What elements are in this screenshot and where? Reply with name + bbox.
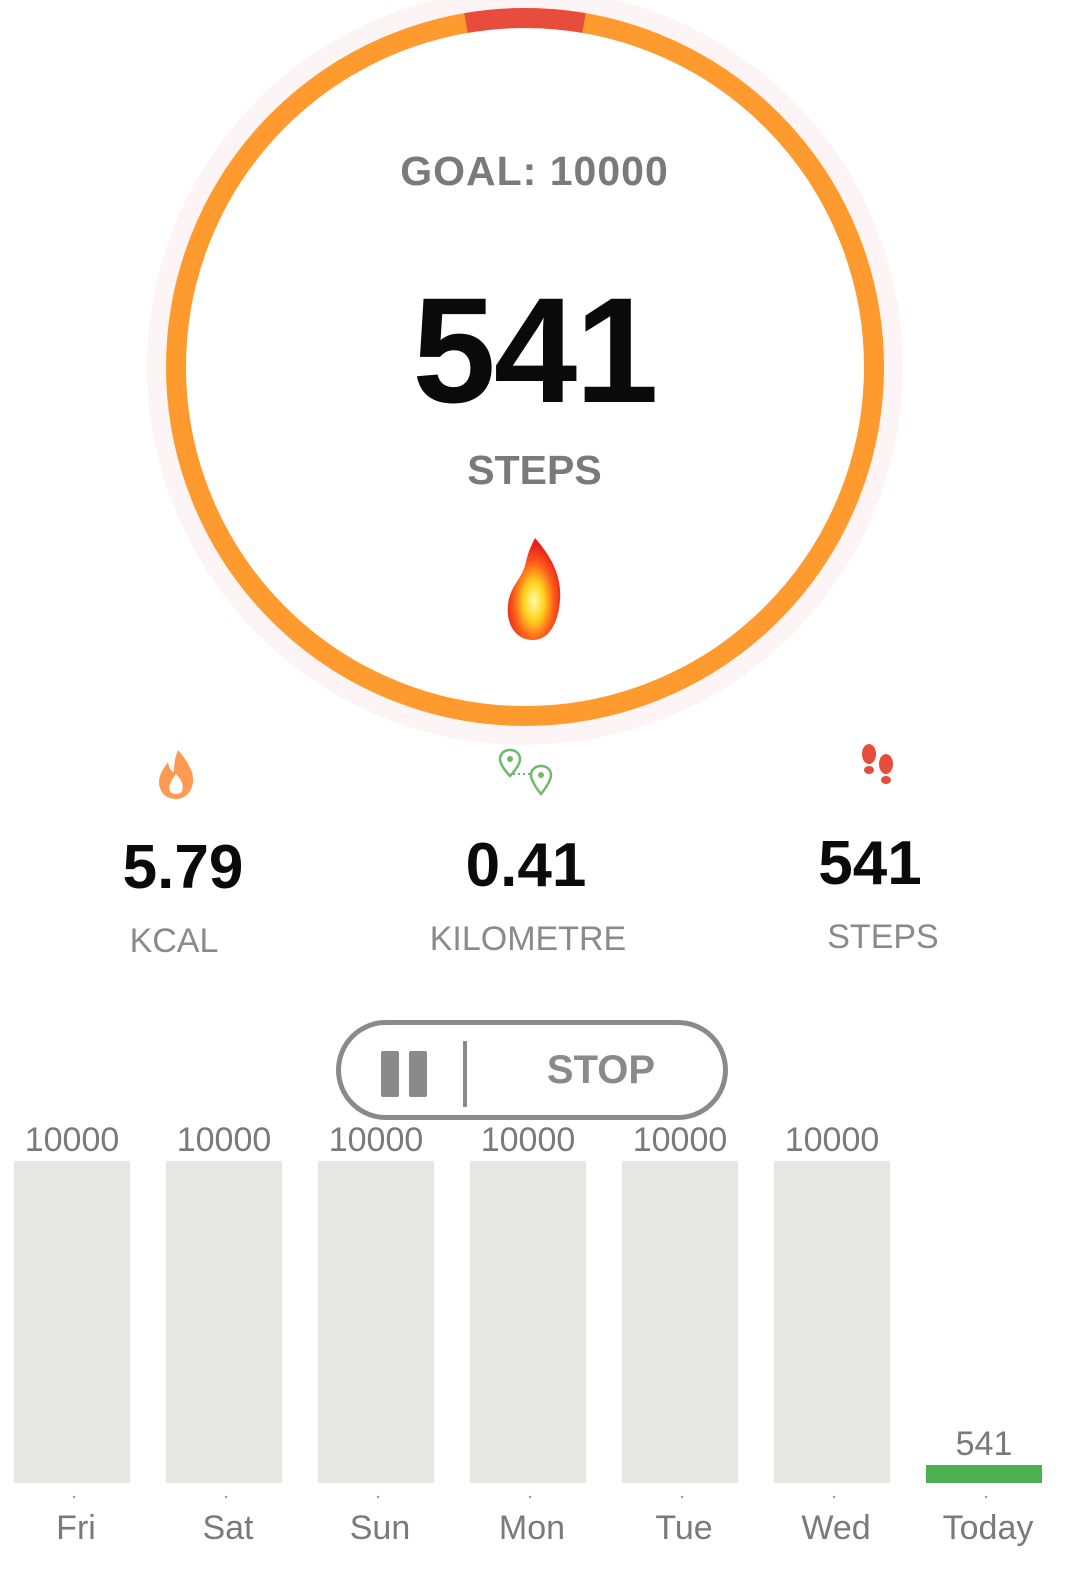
x-tick-label: Sun (350, 1509, 411, 1547)
steps-stat-label: STEPS (827, 918, 939, 956)
bar-mon (470, 1161, 586, 1483)
bar-sat (166, 1161, 282, 1483)
x-tick-label: Mon (499, 1509, 565, 1547)
tracking-controls: STOP (336, 1020, 728, 1120)
ring-progress-arc (464, 8, 586, 33)
current-steps: 541 (412, 266, 658, 434)
control-divider (463, 1041, 467, 1107)
goal-text: GOAL: 10000 (400, 148, 669, 194)
x-tick-label: Wed (801, 1509, 870, 1547)
x-tick (984, 1495, 988, 1499)
flame-icon (507, 538, 561, 640)
pause-button[interactable] (381, 1051, 431, 1097)
route-pins-icon (498, 748, 553, 796)
weekly-steps-chart: 10000 Fri 10000 Sat 10000 Sun 10000 Mon 10000 Tue… (14, 1125, 1042, 1547)
x-tick (680, 1495, 684, 1499)
kilometre-value: 0.41 (465, 831, 587, 900)
bar-sun (318, 1161, 434, 1483)
bar-value-label: 10000 (633, 1125, 728, 1159)
bar-value-label: 10000 (177, 1125, 272, 1159)
x-tick (72, 1495, 76, 1499)
x-tick (224, 1495, 228, 1499)
x-tick (528, 1495, 532, 1499)
steps-label: STEPS (467, 447, 602, 493)
x-tick (832, 1495, 836, 1499)
bar-fri (14, 1161, 130, 1483)
x-tick-label: Fri (56, 1509, 96, 1547)
bar-value-label: 541 (956, 1425, 1013, 1463)
bar-wed (774, 1161, 890, 1483)
stop-button[interactable]: STOP (481, 1025, 721, 1115)
kcal-value: 5.79 (122, 833, 244, 902)
steps-stat-value: 541 (818, 829, 922, 898)
kcal-label: KCAL (129, 922, 219, 960)
bar-tue (622, 1161, 738, 1483)
fire-icon (159, 750, 194, 799)
bar-value-label: 10000 (25, 1125, 120, 1159)
x-tick-label: Today (943, 1509, 1034, 1547)
bar-today (926, 1465, 1042, 1483)
footprints-icon (862, 744, 893, 784)
x-tick-label: Sat (202, 1509, 254, 1547)
bar-value-label: 10000 (481, 1125, 576, 1159)
bar-value-label: 10000 (329, 1125, 424, 1159)
bar-value-label: 10000 (785, 1125, 880, 1159)
x-tick (376, 1495, 380, 1499)
kilometre-label: KILOMETRE (429, 920, 627, 958)
x-tick-label: Tue (655, 1509, 712, 1547)
